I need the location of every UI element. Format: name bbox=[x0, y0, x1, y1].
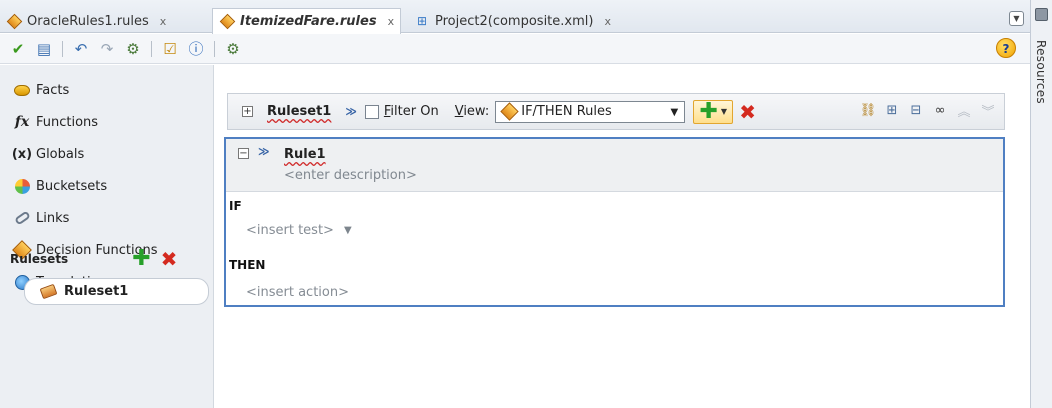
validate-check-icon[interactable]: ✔ bbox=[8, 39, 28, 59]
nav-item-label: Globals bbox=[36, 146, 85, 162]
nav-item-globals[interactable]: (x) Globals bbox=[11, 143, 85, 165]
nav-item-facts[interactable]: Facts bbox=[14, 79, 69, 101]
add-rule-button[interactable]: ✚ ▼ bbox=[693, 98, 734, 124]
rule-double-chevron-icon[interactable]: ≫ bbox=[258, 145, 270, 158]
rule-name[interactable]: Rule1 bbox=[284, 147, 326, 162]
toolbar-separator bbox=[62, 40, 63, 57]
ruleset-header-bar: + Ruleset1 ≫ Filter On View: IF/THEN Rul… bbox=[227, 93, 1005, 130]
rulesets-header: Rulesets ✚ ✖ bbox=[10, 247, 206, 271]
undo-icon[interactable]: ↶ bbox=[71, 39, 91, 59]
redo-icon[interactable]: ↷ bbox=[97, 39, 117, 59]
insert-test-dropdown-icon[interactable]: ▼ bbox=[344, 225, 352, 236]
ruleset-list-item[interactable]: Ruleset1 bbox=[24, 278, 209, 305]
filter-on-checkbox[interactable] bbox=[364, 104, 379, 119]
nav-item-functions[interactable]: fx Functions bbox=[14, 111, 98, 133]
resources-label[interactable]: Resources bbox=[1034, 40, 1048, 104]
tab-list-chevron-down-icon[interactable]: ▼ bbox=[1009, 11, 1024, 26]
rulesets-label: Rulesets bbox=[10, 252, 69, 266]
compose-icon[interactable]: ⚙ bbox=[223, 39, 243, 59]
delete-rule-x-icon[interactable]: ✖ bbox=[739, 102, 756, 122]
toolbar-separator bbox=[151, 40, 152, 57]
rule-collapse-minus-icon[interactable]: − bbox=[238, 148, 249, 159]
add-plus-icon: ✚ bbox=[699, 98, 718, 124]
tab-label: ItemizedFare.rules bbox=[240, 14, 377, 29]
nav-item-bucketsets[interactable]: Bucketsets bbox=[14, 175, 107, 197]
move-up-icon[interactable]: ︽ bbox=[956, 102, 972, 120]
tab-label: OracleRules1.rules bbox=[27, 13, 149, 29]
resources-panel[interactable]: Resources bbox=[1030, 0, 1052, 408]
deploy-icon[interactable]: ⚙ bbox=[123, 39, 143, 59]
filter-on-label[interactable]: Filter On bbox=[384, 104, 439, 119]
ruleset-icon bbox=[39, 283, 58, 300]
ifthen-rules-icon bbox=[500, 102, 519, 121]
tab-close-icon[interactable]: x bbox=[160, 15, 167, 28]
insert-test-placeholder[interactable]: <insert test> ▼ bbox=[246, 223, 352, 238]
nav-item-label: Links bbox=[36, 210, 70, 226]
expand-all-icon[interactable]: ⊞ bbox=[884, 102, 900, 118]
if-keyword: IF bbox=[229, 199, 242, 213]
tab-close-icon[interactable]: x bbox=[604, 15, 611, 28]
tab-label: Project2(composite.xml) bbox=[435, 13, 594, 29]
tab-oraclerules1[interactable]: OracleRules1.rules x bbox=[0, 9, 172, 33]
function-icon: fx bbox=[14, 114, 30, 130]
report-icon[interactable]: ☑ bbox=[160, 39, 180, 59]
editor-tab-strip: OracleRules1.rules x ItemizedFare.rules … bbox=[0, 0, 1030, 34]
nav-item-label: Facts bbox=[36, 82, 70, 98]
ruleset-name[interactable]: Ruleset1 bbox=[267, 104, 331, 119]
insert-test-label[interactable]: <insert test> bbox=[246, 223, 334, 238]
add-ruleset-plus-icon[interactable]: ✚ bbox=[132, 248, 150, 270]
rules-file-icon bbox=[219, 13, 235, 30]
book-icon[interactable]: ▤ bbox=[34, 39, 54, 59]
tab-itemizedfare[interactable]: ItemizedFare.rules x bbox=[212, 8, 402, 34]
collapse-all-icon[interactable]: ⊟ bbox=[908, 102, 924, 118]
rule-description-placeholder[interactable]: <enter description> bbox=[284, 168, 417, 183]
tab-project2-composite[interactable]: ⊞ Project2(composite.xml) x bbox=[408, 9, 617, 33]
facts-icon bbox=[14, 82, 30, 98]
insert-action-placeholder[interactable]: <insert action> bbox=[246, 285, 349, 300]
rules-file-icon bbox=[6, 13, 22, 29]
bucketset-icon bbox=[14, 178, 30, 194]
nav-item-links[interactable]: Links bbox=[13, 207, 70, 229]
view-select[interactable]: IF/THEN Rules ▼ bbox=[495, 100, 686, 123]
globals-icon: (x) bbox=[11, 146, 33, 162]
ruleset-tools: ⛓ ⊞ ⊟ ∞ ︽ ︾ bbox=[860, 102, 996, 120]
rule-card: − ≫ Rule1 <enter description> IF <insert… bbox=[224, 137, 1005, 307]
link-icon bbox=[13, 210, 31, 226]
toolbar-separator bbox=[214, 40, 215, 57]
find-binoculars-icon[interactable]: ∞ bbox=[932, 102, 948, 118]
view-select-value: IF/THEN Rules bbox=[521, 104, 612, 119]
info-icon[interactable]: ⓘ bbox=[186, 39, 206, 59]
tab-close-icon[interactable]: x bbox=[388, 15, 395, 28]
composite-icon: ⊞ bbox=[416, 14, 428, 28]
move-down-icon[interactable]: ︾ bbox=[980, 102, 996, 120]
then-keyword: THEN bbox=[229, 258, 266, 272]
ruleset-item-label: Ruleset1 bbox=[64, 284, 129, 299]
ruleset-expand-plus-icon[interactable]: + bbox=[242, 106, 253, 117]
nav-item-label: Functions bbox=[36, 114, 99, 130]
view-label: View: bbox=[454, 104, 490, 119]
help-icon[interactable]: ? bbox=[996, 38, 1016, 58]
insert-action-label[interactable]: <insert action> bbox=[246, 285, 349, 300]
resources-icon[interactable] bbox=[1035, 8, 1048, 21]
collapse-double-chevron-icon[interactable]: ≫ bbox=[345, 105, 357, 118]
rules-toolbar: ✔ ▤ ↶ ↷ ⚙ ☑ ⓘ ⚙ ? bbox=[0, 34, 1030, 64]
delete-ruleset-x-icon[interactable]: ✖ bbox=[161, 249, 178, 269]
rule-header: − ≫ Rule1 <enter description> bbox=[226, 139, 1003, 192]
nav-item-label: Bucketsets bbox=[36, 178, 108, 194]
rules-navigator: Facts fx Functions (x) Globals Bucketset… bbox=[0, 65, 214, 408]
tree-mode-icon[interactable]: ⛓ bbox=[860, 102, 877, 118]
dropdown-arrow-icon: ▼ bbox=[670, 106, 679, 118]
add-dropdown-arrow-icon[interactable]: ▼ bbox=[721, 107, 727, 116]
